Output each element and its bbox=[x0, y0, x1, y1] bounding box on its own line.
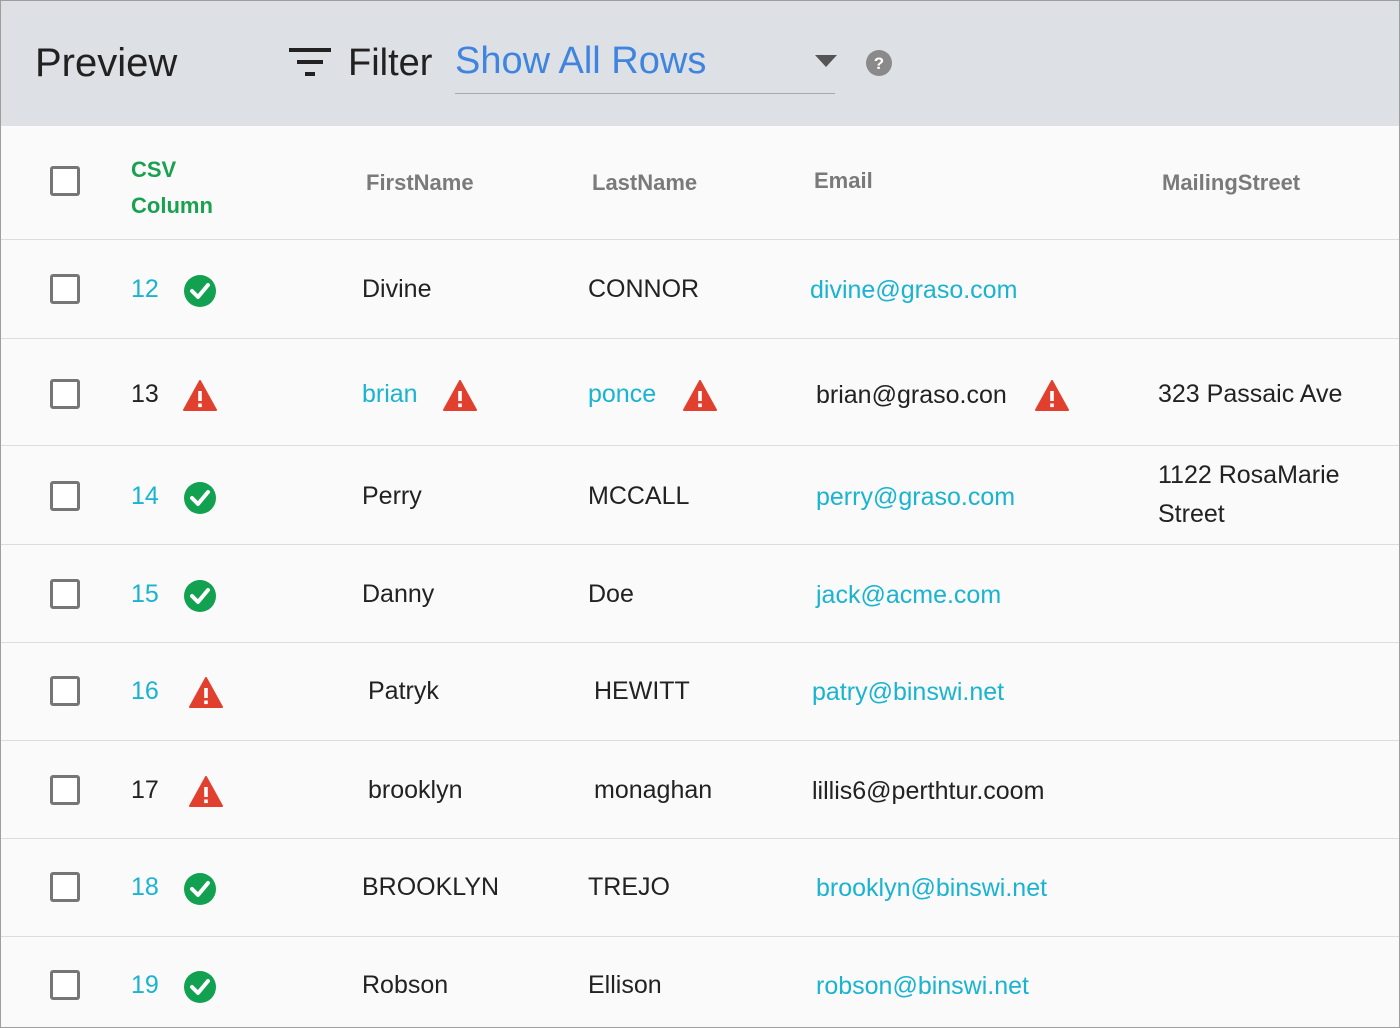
lastname-cell: TREJO bbox=[588, 873, 670, 901]
warning-icon bbox=[1035, 380, 1069, 411]
firstname-cell: Perry bbox=[362, 482, 422, 510]
firstname-cell: Divine bbox=[362, 275, 432, 303]
filter-icon[interactable] bbox=[287, 45, 333, 79]
email-cell[interactable]: jack@acme.com bbox=[816, 580, 1001, 610]
lastname-cell: Ellison bbox=[588, 971, 662, 999]
email-cell[interactable]: divine@graso.com bbox=[810, 275, 1017, 305]
table-row[interactable]: 14 Perry MCCALL perry@graso.com 1122 RosaMar… bbox=[1, 446, 1399, 545]
check-circle-icon bbox=[184, 275, 216, 307]
filter-select[interactable]: Show All Rows bbox=[455, 37, 837, 94]
email-cell[interactable]: robson@binswi.net bbox=[816, 971, 1029, 1001]
lastname-cell: MCCALL bbox=[588, 482, 690, 510]
firstname-cell: brooklyn bbox=[368, 776, 463, 804]
csv-row-number[interactable]: 12 bbox=[131, 274, 159, 304]
filter-label: Filter bbox=[348, 42, 433, 84]
column-header-mailingstreet[interactable]: MailingStreet bbox=[1162, 170, 1300, 196]
firstname-cell: Danny bbox=[362, 580, 435, 608]
check-circle-icon bbox=[184, 971, 216, 1003]
select-all-checkbox[interactable] bbox=[50, 166, 80, 196]
check-circle-icon bbox=[184, 873, 216, 905]
row-checkbox[interactable] bbox=[50, 970, 80, 1000]
firstname-cell: Robson bbox=[362, 971, 449, 999]
row-checkbox[interactable] bbox=[50, 872, 80, 902]
csv-row-number[interactable]: 16 bbox=[131, 676, 159, 706]
column-header-firstname[interactable]: FirstName bbox=[366, 170, 474, 196]
page-title: Preview bbox=[35, 41, 178, 85]
row-checkbox[interactable] bbox=[50, 274, 80, 304]
csv-row-number[interactable]: 18 bbox=[131, 872, 159, 902]
mailingstreet-cell: 323 Passaic Ave bbox=[1158, 380, 1343, 408]
column-header-email[interactable]: Email bbox=[814, 168, 873, 194]
check-circle-icon bbox=[184, 482, 216, 514]
table-row[interactable]: 13 brian ponce brian@graso.con 323 Passaic A… bbox=[1, 339, 1399, 446]
svg-text:?: ? bbox=[874, 54, 884, 73]
email-cell[interactable]: patry@binswi.net bbox=[812, 677, 1004, 707]
table-header: CSV Column FirstName LastName Email Mail… bbox=[1, 126, 1399, 240]
row-checkbox[interactable] bbox=[50, 579, 80, 609]
table-row[interactable]: 12 Divine CONNOR divine@graso.com bbox=[1, 240, 1399, 339]
lastname-cell: HEWITT bbox=[594, 677, 690, 705]
csv-row-number[interactable]: 19 bbox=[131, 970, 159, 1000]
warning-icon bbox=[189, 776, 223, 807]
warning-icon bbox=[189, 677, 223, 708]
table-row[interactable]: 19 Robson Ellison robson@binswi.net bbox=[1, 937, 1399, 1027]
lastname-cell: CONNOR bbox=[588, 275, 700, 303]
row-checkbox[interactable] bbox=[50, 775, 80, 805]
csv-row-number: 17 bbox=[131, 776, 159, 804]
csv-preview-panel: Preview Filter Show All Rows ? CSV Colum… bbox=[0, 0, 1400, 1028]
row-checkbox[interactable] bbox=[50, 676, 80, 706]
email-cell[interactable]: brooklyn@binswi.net bbox=[816, 873, 1047, 903]
column-header-lastname[interactable]: LastName bbox=[592, 170, 697, 196]
firstname-cell: Patryk bbox=[368, 677, 439, 705]
table-row[interactable]: 18 BROOKLYN TREJO brooklyn@binswi.net bbox=[1, 839, 1399, 937]
table-row[interactable]: 15 Danny Doe jack@acme.com bbox=[1, 545, 1399, 643]
firstname-cell[interactable]: brian bbox=[362, 379, 418, 409]
mailingstreet-cell: 1122 RosaMarie Street bbox=[1158, 461, 1340, 528]
csv-row-number[interactable]: 14 bbox=[131, 481, 159, 511]
firstname-cell: BROOKLYN bbox=[362, 873, 500, 901]
preview-toolbar: Preview Filter Show All Rows ? bbox=[1, 1, 1399, 126]
help-icon[interactable]: ? bbox=[865, 49, 893, 77]
column-header-csv-line2: Column bbox=[131, 193, 213, 218]
column-header-csv[interactable]: CSV Column bbox=[131, 152, 241, 224]
warning-icon bbox=[183, 380, 217, 411]
chevron-down-icon[interactable] bbox=[815, 55, 837, 67]
csv-row-number[interactable]: 15 bbox=[131, 579, 159, 609]
table-row[interactable]: 16 Patryk HEWITT patry@binswi.net bbox=[1, 643, 1399, 741]
email-cell: lillis6@perthtur.coom bbox=[812, 777, 1045, 805]
warning-icon bbox=[443, 380, 477, 411]
lastname-cell: Doe bbox=[588, 580, 634, 608]
filter-select-value[interactable]: Show All Rows bbox=[455, 39, 706, 83]
lastname-cell: monaghan bbox=[594, 776, 713, 804]
email-cell: brian@graso.con bbox=[816, 381, 1007, 409]
check-circle-icon bbox=[184, 580, 216, 612]
table-row[interactable]: 17 brooklyn monaghan lillis6@perthtur.coom bbox=[1, 741, 1399, 839]
csv-row-number: 13 bbox=[131, 380, 159, 408]
warning-icon bbox=[683, 380, 717, 411]
email-cell[interactable]: perry@graso.com bbox=[816, 482, 1015, 512]
lastname-cell[interactable]: ponce bbox=[588, 379, 656, 409]
column-header-csv-line1: CSV bbox=[131, 157, 177, 182]
row-checkbox[interactable] bbox=[50, 481, 80, 511]
row-checkbox[interactable] bbox=[50, 379, 80, 409]
